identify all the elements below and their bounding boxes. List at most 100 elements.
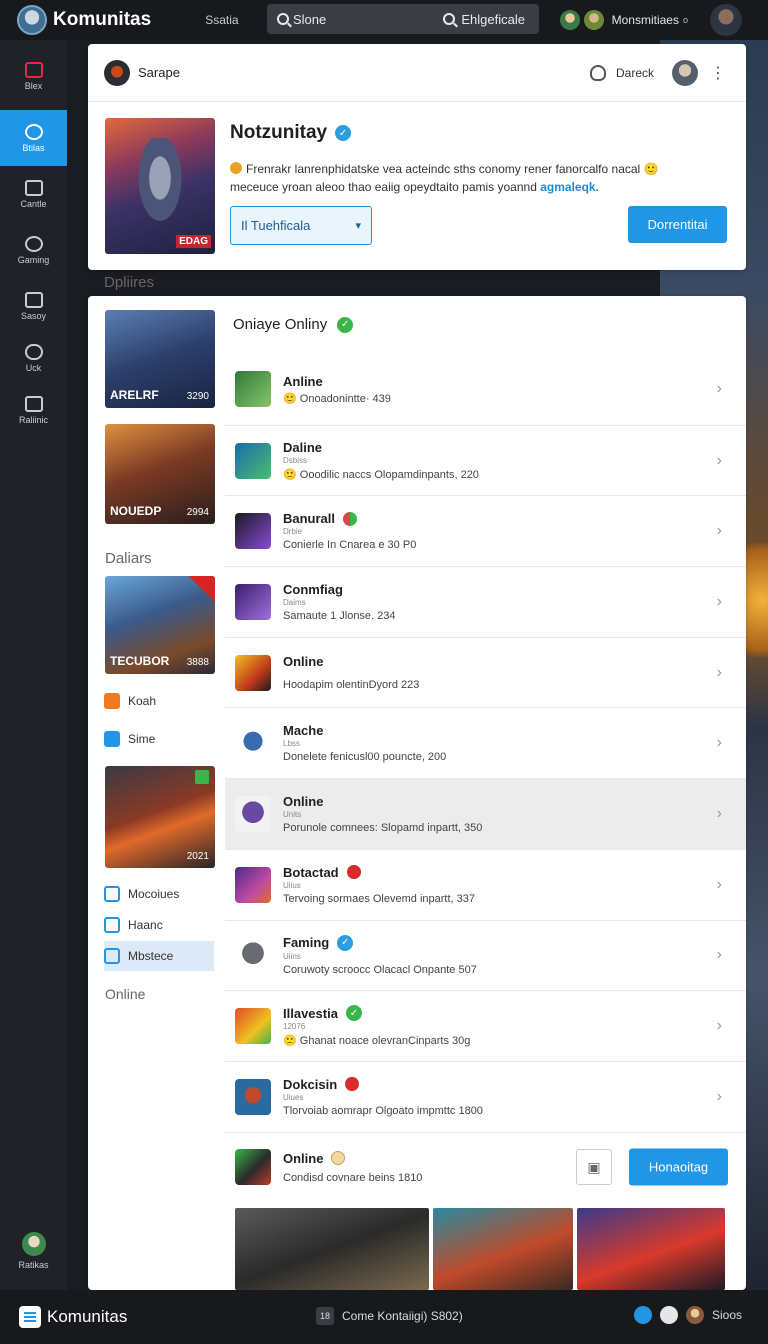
- verified-icon: ✓: [345, 1005, 362, 1022]
- list-item[interactable]: Banurall Drbie Conierle In Cnarea e 30 P0 …: [225, 495, 746, 566]
- game-icon: [235, 654, 271, 691]
- item-title: Online: [283, 1150, 324, 1166]
- list-item[interactable]: Online Hoodapim olentinDyord 223 ›: [225, 636, 746, 708]
- user-avatar[interactable]: [559, 10, 580, 30]
- thumbnail-number: 2994: [186, 507, 209, 518]
- side-link-koah[interactable]: Koah: [104, 686, 214, 716]
- brand-avatar[interactable]: [17, 5, 47, 35]
- sidebar-item-cantle[interactable]: Cantle: [0, 166, 67, 222]
- action-button[interactable]: Honaoitag: [629, 1148, 728, 1186]
- avatar[interactable]: [685, 1306, 704, 1324]
- list-item[interactable]: Conmfiag Daims Samaute 1 Jlonse. 234 ›: [225, 566, 746, 637]
- search-left[interactable]: Slone: [277, 12, 326, 27]
- more-icon[interactable]: ⋮: [710, 63, 726, 83]
- list-item[interactable]: Botactad Uiius Tervoing sormaes Olevemd in…: [225, 848, 746, 920]
- user-icon[interactable]: [589, 64, 606, 81]
- gear-icon: [24, 235, 43, 252]
- chevron-down-icon[interactable]: o: [683, 15, 688, 25]
- side-link-label: Sime: [128, 732, 156, 746]
- sidebar-item-btilas[interactable]: Btilas: [0, 110, 67, 166]
- gallery-image[interactable]: [235, 1208, 429, 1290]
- profile-avatar[interactable]: [104, 59, 130, 86]
- hero-description: Frenrakr lanrenphidatske vea acteindc st…: [230, 160, 670, 196]
- list-item[interactable]: Faming ✓ Uiins Coruwoty scroocc Olacacl Onp…: [225, 919, 746, 991]
- list-item[interactable]: Anline 🙂 Onoadonintte· 439 ›: [225, 354, 746, 425]
- status-dot: [343, 511, 358, 526]
- description-link[interactable]: agmaleqk.: [540, 180, 599, 194]
- sidebar-bottom-label: Ratikas: [18, 1260, 49, 1270]
- sidebar-item-gaming[interactable]: Gaming: [0, 222, 67, 278]
- bottom-status[interactable]: 18 Come Kontaiigi) S802): [316, 1307, 463, 1325]
- item-desc: Onoadonintte· 439: [299, 392, 391, 405]
- item-desc: Condisd covnare beins 1810: [283, 1171, 423, 1184]
- top-link[interactable]: Ssatia: [205, 13, 238, 27]
- avatar[interactable]: [672, 59, 698, 86]
- search-right[interactable]: Ehlgeficale: [443, 12, 525, 27]
- monitor-icon: [24, 179, 43, 196]
- gallery-image[interactable]: [577, 1208, 725, 1290]
- game-thumbnail[interactable]: ARELRF 3290: [105, 310, 215, 408]
- grid-icon: [104, 917, 120, 933]
- bottom-status-text: Come Kontaiigi) S802): [342, 1309, 463, 1323]
- sidebar-item-uck[interactable]: Uck: [0, 334, 67, 382]
- bottom-brand[interactable]: Komunitas: [47, 1307, 127, 1327]
- side-link-label: Haanc: [128, 918, 163, 932]
- game-thumbnail[interactable]: 2021: [105, 766, 215, 868]
- item-desc: Ooodilic naccs Olopamdinpants, 220: [299, 469, 479, 482]
- avatar: [21, 1232, 46, 1256]
- game-thumbnail[interactable]: NOUEDP 2994: [105, 424, 215, 524]
- item-desc: Tervoing sormaes Olevemd inpartt, 337: [283, 892, 475, 905]
- sidebar-item-blex[interactable]: Blex: [0, 48, 67, 104]
- side-link-haanc[interactable]: Haanc: [104, 910, 214, 940]
- brand-name[interactable]: Komunitas: [53, 9, 151, 31]
- list-item[interactable]: Daline Dsbiss 🙂 Ooodilic naccs Olopamdinpa…: [225, 424, 746, 496]
- sidebar-item-sasoy[interactable]: Sasoy: [0, 278, 67, 334]
- item-title: Mache: [283, 723, 324, 739]
- user-avatar[interactable]: [583, 10, 604, 30]
- search-bar[interactable]: Slone Ehlgeficale: [267, 4, 539, 34]
- item-desc: Hoodapim olentinDyord 223: [283, 679, 420, 692]
- game-icon: [235, 1008, 271, 1045]
- chevron-right-icon: ›: [716, 734, 722, 752]
- sidebar-item-label: Blex: [24, 80, 43, 91]
- filter-select[interactable]: Il Tuehficala ▾: [230, 206, 372, 245]
- users-label[interactable]: Monsmitiaes: [612, 13, 679, 27]
- top-bar: Komunitas Ssatia Slone Ehlgeficale Monsm…: [0, 0, 768, 40]
- list-item[interactable]: Online Condisd covnare beins 1810 ▣ Honao…: [225, 1131, 746, 1203]
- profile-name[interactable]: Sarape: [138, 65, 180, 80]
- calendar-icon[interactable]: ▣: [576, 1149, 612, 1186]
- item-desc: Conierle In Cnarea e 30 P0: [283, 539, 417, 552]
- verified-icon: ✓: [335, 125, 352, 141]
- list-item[interactable]: Dokcisin Uiues Tlorvoiab aomrapr Olgoato i…: [225, 1060, 746, 1132]
- list-item[interactable]: Online Units Porunole comnees: Slopamd inp…: [225, 778, 746, 849]
- side-link-mocoiues[interactable]: Mocoiues: [104, 879, 214, 909]
- user-label[interactable]: Dareck: [616, 66, 654, 80]
- thumbnail-caption: NOUEDP: [110, 504, 162, 518]
- gallery-image[interactable]: [433, 1208, 573, 1290]
- item-title: Dokcisin: [283, 1076, 338, 1092]
- menu-icon: [104, 948, 120, 964]
- list-item[interactable]: Illavestia ✓ 12076 🙂 Ghanat noace olevranCi…: [225, 990, 746, 1061]
- pencil-icon: [104, 693, 120, 709]
- top-right-users: Monsmitiaes o: [559, 0, 768, 40]
- chevron-right-icon[interactable]: [659, 1306, 678, 1324]
- chevron-right-icon: ›: [716, 663, 722, 681]
- chevron-right-icon: ›: [716, 522, 722, 540]
- side-link-sime[interactable]: Sime: [104, 724, 214, 754]
- sidebar-item-label: Cantle: [20, 198, 47, 209]
- link-icon[interactable]: [633, 1306, 652, 1324]
- side-link-mbstece[interactable]: Mbstece: [104, 941, 214, 971]
- game-thumbnail[interactable]: TECUBOR 3888: [105, 576, 215, 674]
- emoji-icon: 🙂: [643, 162, 659, 176]
- sidebar-item-raliinic[interactable]: Raliinic: [0, 382, 67, 438]
- menu-icon[interactable]: [19, 1306, 41, 1328]
- sidebar-bottom-profile[interactable]: Ratikas: [0, 1232, 67, 1270]
- chevron-right-icon: ›: [716, 1087, 722, 1105]
- bottom-right-label[interactable]: Sioos: [712, 1308, 742, 1322]
- list-icon: [104, 886, 120, 902]
- game-icon: [235, 513, 271, 550]
- primary-action-button[interactable]: Dorrentitai: [628, 206, 727, 243]
- list-item[interactable]: Mache Lbss Donelete fenicusl00 pouncte, 20…: [225, 707, 746, 778]
- description-line2: meceuce yroan aleoo thao eaiig opeydtait…: [230, 180, 537, 194]
- profile-avatar[interactable]: [710, 4, 742, 36]
